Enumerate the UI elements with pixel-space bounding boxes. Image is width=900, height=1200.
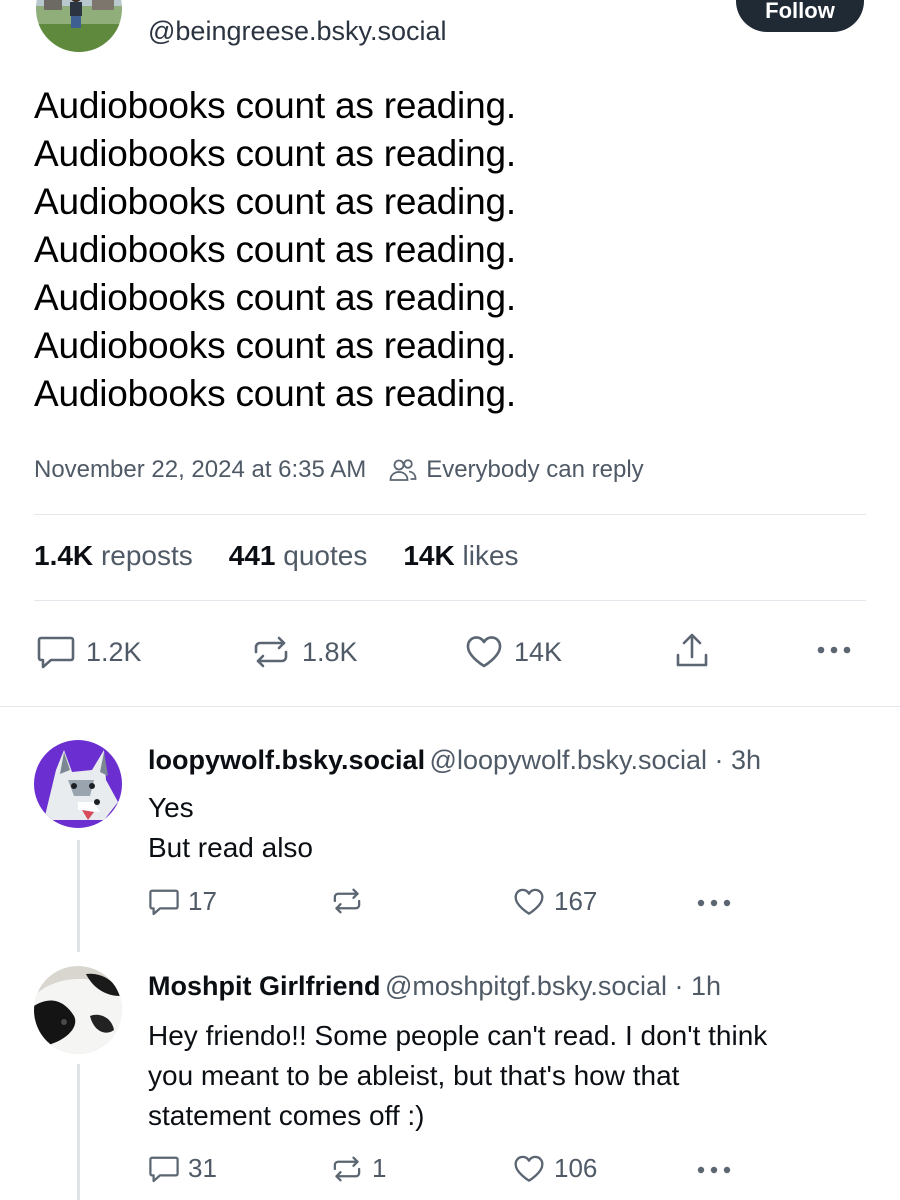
repost-count: 1.8K — [302, 636, 358, 667]
heart-icon — [512, 887, 546, 917]
repost-arrows-icon — [250, 634, 292, 670]
follow-button[interactable]: Follow — [736, 0, 864, 32]
like-count: 106 — [554, 1153, 598, 1183]
reply-author-name[interactable]: loopywolf.bsky.social — [148, 745, 425, 775]
heart-icon — [464, 634, 504, 670]
post-text-line: Audiobooks count as reading. — [34, 181, 516, 222]
divider — [34, 514, 866, 515]
more-options-button[interactable] — [694, 1160, 734, 1180]
like-button[interactable]: 106 — [512, 1153, 597, 1184]
likes-count-value: 14K — [403, 540, 455, 571]
like-count: 14K — [514, 636, 563, 667]
post-text-line: Audiobooks count as reading. — [34, 133, 516, 174]
reposts-count[interactable]: 1.4K reposts — [34, 540, 193, 572]
reply-text-line: But read also — [148, 832, 313, 863]
post-text-line: Audiobooks count as reading. — [34, 229, 516, 270]
author-handle[interactable]: @beingreese.bsky.social — [148, 16, 447, 47]
post-text-line: Audiobooks count as reading. — [34, 85, 516, 126]
more-dots-icon — [814, 640, 854, 660]
quotes-count-value: 441 — [228, 540, 276, 571]
post-meta: November 22, 2024 at 6:35 AM Everybody c… — [34, 456, 644, 484]
reply-text-line: statement comes off :) — [148, 1100, 425, 1131]
post-timestamp[interactable]: November 22, 2024 at 6:35 AM — [34, 456, 366, 484]
likes-count-label: likes — [462, 540, 519, 571]
speech-bubble-icon — [148, 887, 180, 917]
engagement-counts: 1.4K reposts 441 quotes 14K likes — [34, 540, 555, 572]
reply-author-handle[interactable]: @loopywolf.bsky.social · 3h — [430, 745, 762, 775]
more-options-button[interactable] — [814, 640, 854, 660]
repost-button[interactable]: 1 — [330, 1153, 386, 1184]
more-dots-icon — [694, 893, 734, 913]
like-button[interactable]: 14K — [464, 634, 562, 670]
reply-button[interactable]: 31 — [148, 1153, 217, 1184]
share-upload-icon — [672, 630, 712, 670]
people-icon — [388, 457, 418, 483]
like-count: 167 — [554, 886, 598, 916]
post-text-line: Audiobooks count as reading. — [34, 277, 516, 318]
reply-button[interactable]: 17 — [148, 886, 217, 917]
reply-avatar[interactable] — [34, 740, 122, 828]
quotes-count[interactable]: 441 quotes — [229, 540, 368, 572]
speech-bubble-icon — [36, 634, 76, 670]
repost-arrows-icon — [330, 1154, 364, 1184]
repost-button[interactable]: 1.8K — [250, 634, 358, 670]
reposts-count-label: reposts — [100, 540, 193, 571]
reply-text-line: Yes — [148, 792, 194, 823]
divider — [34, 600, 866, 601]
reply-button[interactable]: 1.2K — [36, 634, 142, 670]
speech-bubble-icon — [148, 1154, 180, 1184]
reply-count: 17 — [188, 886, 217, 916]
reply-setting[interactable]: Everybody can reply — [426, 456, 643, 484]
reply-header: Moshpit Girlfriend @moshpitgf.bsky.socia… — [148, 971, 721, 1002]
divider — [0, 706, 900, 707]
reply-author-name[interactable]: Moshpit Girlfriend — [148, 971, 381, 1001]
more-dots-icon — [694, 1160, 734, 1180]
reply-avatar[interactable] — [34, 966, 122, 1054]
post-text-line: Audiobooks count as reading. — [34, 373, 516, 414]
thread-line — [77, 1064, 80, 1200]
likes-count[interactable]: 14K likes — [403, 540, 518, 572]
reposts-count-value: 1.4K — [34, 540, 94, 571]
reply-count: 1.2K — [86, 636, 142, 667]
repost-arrows-icon — [330, 886, 364, 916]
post-text-line: Audiobooks count as reading. — [34, 325, 516, 366]
reply-text-line: you meant to be ableist, but that's how … — [148, 1060, 680, 1091]
repost-count: 1 — [372, 1153, 387, 1183]
reply-author-handle[interactable]: @moshpitgf.bsky.social · 1h — [385, 971, 721, 1001]
quotes-count-label: quotes — [283, 540, 368, 571]
share-button[interactable] — [672, 630, 712, 670]
thread-line — [77, 840, 80, 952]
repost-button[interactable] — [330, 886, 372, 916]
heart-icon — [512, 1154, 546, 1184]
reply-text-line: Hey friendo!! Some people can't read. I … — [148, 1020, 768, 1051]
reply-count: 31 — [188, 1153, 217, 1183]
reply-header: loopywolf.bsky.social @loopywolf.bsky.so… — [148, 745, 761, 776]
author-avatar[interactable] — [36, 0, 122, 52]
like-button[interactable]: 167 — [512, 886, 597, 917]
more-options-button[interactable] — [694, 893, 734, 913]
